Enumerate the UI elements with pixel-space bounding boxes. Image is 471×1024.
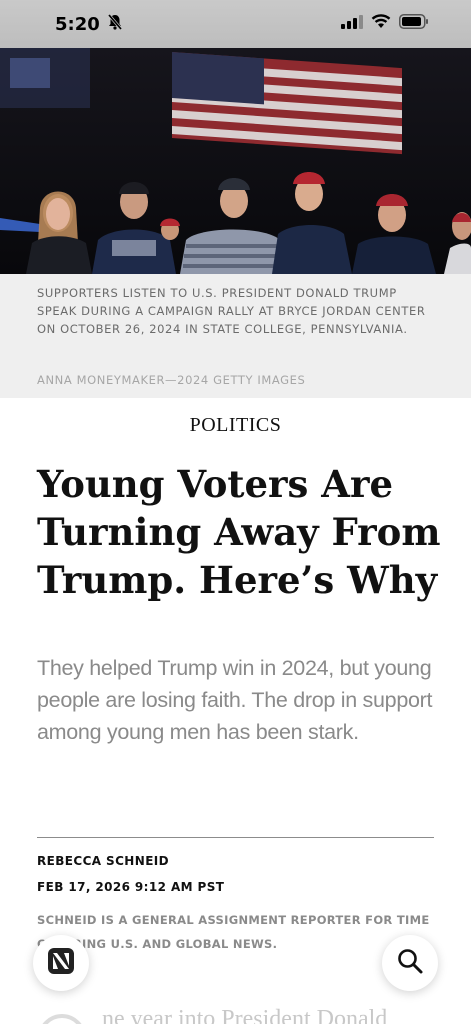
article-dek: They helped Trump win in 2024, but young… xyxy=(37,656,433,744)
wifi-icon xyxy=(371,14,391,34)
photo-credit: ANNA MONEYMAKER—2024 GETTY IMAGES xyxy=(37,373,306,387)
caption-text: Supporters listen to U.S. President Dona… xyxy=(37,286,426,336)
status-time: 5:20 xyxy=(55,13,100,35)
author-name[interactable]: REBECCA SCHNEID xyxy=(37,854,169,868)
news-icon xyxy=(47,947,75,980)
article-body-start: ne year into President Donald xyxy=(102,1006,388,1024)
news-button[interactable] xyxy=(33,935,89,991)
battery-icon xyxy=(399,14,429,34)
publish-date: FEB 17, 2026 9:12 AM PST xyxy=(37,880,225,894)
photo-caption: Supporters listen to U.S. President Dona… xyxy=(0,274,471,398)
search-icon xyxy=(396,947,424,980)
byline-divider xyxy=(37,837,434,838)
author-bio: Schneid is a general assignment reporter… xyxy=(37,913,430,951)
status-bar: 5:20 xyxy=(0,0,471,48)
article-headline: Young Voters Are Turning Away From Trump… xyxy=(37,462,441,602)
cellular-signal-icon xyxy=(341,14,363,34)
hero-photo xyxy=(0,48,471,274)
search-button[interactable] xyxy=(382,935,438,991)
section-label[interactable]: POLITICS xyxy=(0,414,471,437)
avatar xyxy=(38,1014,86,1024)
bell-slash-icon xyxy=(106,13,124,36)
